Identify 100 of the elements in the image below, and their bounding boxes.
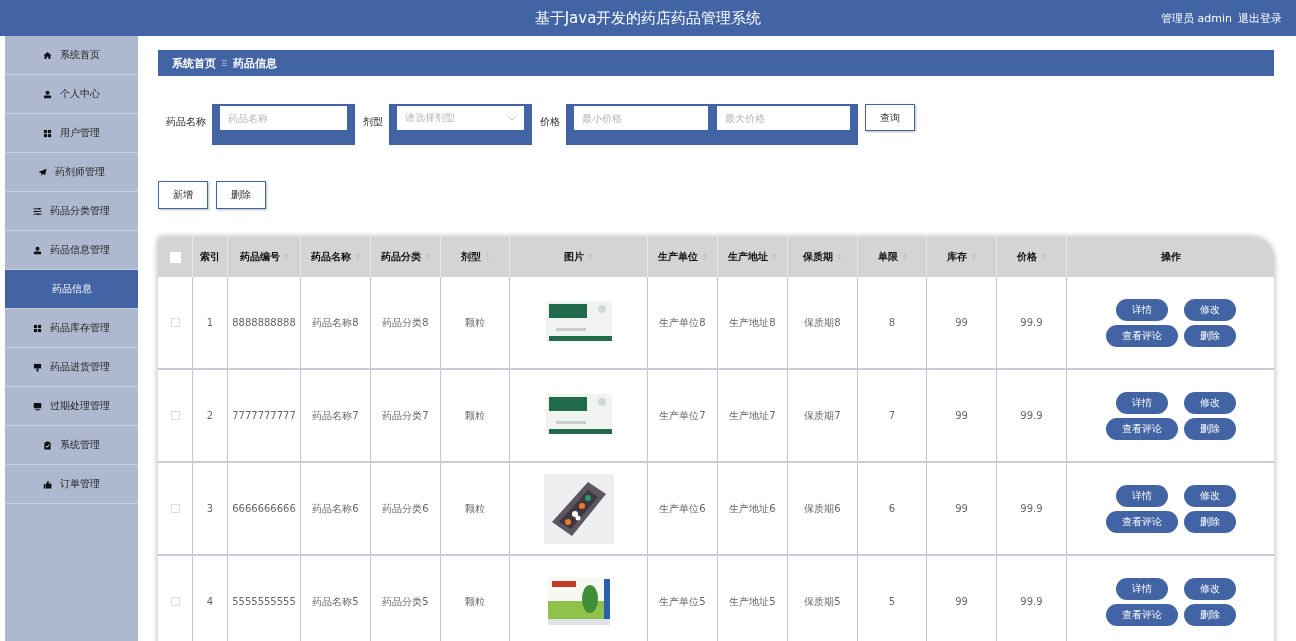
sidebar-subitem[interactable]: 药品信息 [5, 270, 138, 309]
row-action-button[interactable]: 查看评论 [1105, 510, 1178, 533]
sidebar-item[interactable]: 系统首页 [5, 36, 138, 75]
row-action-button[interactable]: 删除 [1183, 510, 1236, 533]
table-cell: 99 [955, 596, 968, 607]
logout-link[interactable]: 退出登录 [1238, 10, 1282, 26]
table-cell: 保质期8 [804, 315, 841, 330]
table-cell: 颗粒 [465, 315, 485, 330]
table-cell: 7 [888, 410, 896, 421]
row-action-button[interactable]: 修改 [1183, 391, 1236, 414]
table-cell: 99.9 [1020, 503, 1043, 514]
user-icon [43, 89, 52, 99]
row-action-button[interactable]: 修改 [1183, 298, 1236, 321]
sidebar-item[interactable]: 个人中心 [5, 75, 138, 114]
table-cell: 生产地址6 [729, 501, 776, 516]
sidebar-item[interactable]: 药品库存管理 [5, 309, 138, 348]
column-label: 药品编号 [239, 250, 280, 264]
row-action-button[interactable]: 详情 [1115, 298, 1168, 321]
table-cell: 99.9 [1020, 596, 1043, 607]
sidebar-item[interactable]: 订单管理 [5, 465, 138, 504]
table-cell: 99.9 [1020, 317, 1043, 328]
table-cell: 保质期7 [804, 408, 841, 423]
checkbox[interactable] [170, 597, 180, 606]
table-cell: 4 [206, 596, 214, 607]
row-action-button[interactable]: 详情 [1115, 484, 1168, 507]
input-field[interactable]: 最小价格 [574, 106, 708, 130]
menu-icon [222, 59, 227, 67]
input-field[interactable]: 最大价格 [716, 106, 850, 130]
row-action-button[interactable]: 删除 [1183, 417, 1236, 440]
column-label: 索引 [200, 250, 220, 264]
column-label: 库存 [947, 250, 967, 264]
row-action-button[interactable]: 修改 [1183, 484, 1236, 507]
sidebar-item[interactable]: 药品分类管理 [5, 192, 138, 231]
chevron-down-icon [508, 115, 516, 121]
row-action-button[interactable]: 详情 [1115, 391, 1168, 414]
table-cell: 8 [888, 317, 896, 328]
table-cell: 2 [206, 410, 214, 421]
table-cell: 99 [955, 410, 968, 421]
sidebar-item[interactable]: 药品进货管理 [5, 348, 138, 387]
checkbox[interactable] [170, 411, 180, 420]
table-cell: 颗粒 [465, 408, 485, 423]
table-cell: 保质期5 [804, 594, 841, 609]
table-cell: 药品名称6 [312, 501, 359, 516]
table-cell: 药品分类6 [382, 501, 429, 516]
table-cell: 生产单位6 [659, 501, 706, 516]
column-label: 生产地址 [728, 250, 768, 264]
field-label: 药品名称 [166, 115, 206, 129]
action-button[interactable]: 新增 [158, 181, 208, 209]
table-cell: 生产地址7 [729, 408, 776, 423]
paper-plane-icon [38, 167, 47, 177]
field-label: 价格 [540, 115, 560, 129]
table-cell: 99.9 [1020, 410, 1043, 421]
row-action-button[interactable]: 详情 [1115, 577, 1168, 600]
table-cell: 保质期6 [804, 501, 841, 516]
row-action-button[interactable]: 查看评论 [1105, 324, 1178, 347]
sidebar-item[interactable]: 药剂师管理 [5, 153, 138, 192]
user-icon [33, 245, 42, 255]
search-button[interactable]: 查询 [865, 104, 915, 131]
checkbox[interactable] [170, 504, 180, 513]
breadcrumb-link[interactable]: 药品信息 [233, 55, 277, 71]
input-field[interactable]: 药品名称 [220, 106, 347, 130]
sidebar-item[interactable]: 过期处理管理 [5, 387, 138, 426]
row-action-button[interactable]: 删除 [1183, 324, 1236, 347]
table-cell: 99 [955, 317, 968, 328]
breadcrumb-link[interactable]: 系统首页 [172, 55, 216, 71]
table-cell: 颗粒 [465, 594, 485, 609]
sidebar-item[interactable]: 用户管理 [5, 114, 138, 153]
table-cell: 6 [888, 503, 896, 514]
row-action-button[interactable]: 查看评论 [1105, 417, 1178, 440]
table-cell: 药品名称5 [312, 594, 359, 609]
column-label: 图片 [564, 250, 584, 264]
thumb-up-icon [43, 479, 52, 489]
table-cell: 生产单位8 [659, 315, 706, 330]
table-cell: 1 [206, 317, 214, 328]
table-cell: 99 [955, 503, 968, 514]
table-cell: 药品分类8 [382, 315, 429, 330]
field-label: 剂型 [363, 115, 383, 129]
column-label: 单限 [877, 250, 898, 264]
row-action-button[interactable]: 修改 [1183, 577, 1236, 600]
user-label: 管理员 admin [1161, 10, 1232, 26]
table-cell: 药品分类5 [382, 594, 429, 609]
table-cell: 3 [206, 503, 214, 514]
column-label: 剂型 [460, 250, 481, 264]
row-action-button[interactable]: 查看评论 [1105, 603, 1178, 626]
grid-icon [43, 128, 52, 138]
table-cell: 药品名称8 [312, 315, 359, 330]
home-icon [43, 50, 52, 60]
sidebar-item[interactable]: 系统管理 [5, 426, 138, 465]
action-button[interactable]: 删除 [216, 181, 266, 209]
column-label: 药品名称 [311, 250, 351, 264]
clipboard-icon [43, 440, 52, 450]
table-cell: 5 [888, 596, 896, 607]
row-action-button[interactable]: 删除 [1183, 603, 1236, 626]
column-label: 操作 [1160, 250, 1181, 264]
grid-icon [33, 323, 42, 333]
table-cell: 生产地址8 [729, 315, 776, 330]
table-cell: 生产单位5 [659, 594, 706, 609]
table-cell: 5555555555 [232, 596, 296, 607]
checkbox[interactable] [170, 318, 180, 327]
table-cell: 生产地址5 [729, 594, 776, 609]
